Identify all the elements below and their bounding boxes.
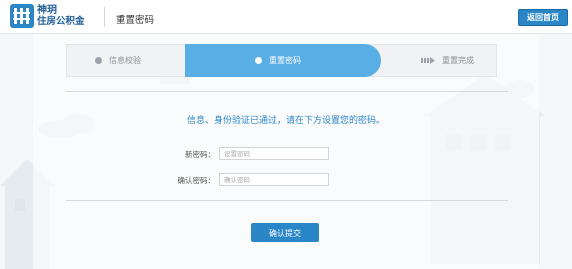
confirm-password-field[interactable] bbox=[219, 173, 329, 186]
step-verify-label: 信息校验 bbox=[109, 56, 141, 65]
logo[interactable] bbox=[10, 4, 34, 28]
new-password-label: 新密码： bbox=[185, 150, 215, 159]
header-divider bbox=[104, 7, 105, 27]
status-message: 信息、身份验证已通过，请在下方设置您的密码。 bbox=[186, 116, 385, 126]
back-home-button[interactable]: 返回首页 bbox=[518, 9, 568, 26]
step-complete-label: 重置完成 bbox=[442, 56, 474, 65]
step-verify: 信息校验 bbox=[95, 45, 141, 76]
brand-line1: 神玥 bbox=[37, 5, 57, 16]
divider-bottom bbox=[66, 200, 508, 201]
confirm-password-label: 确认密码： bbox=[177, 176, 216, 185]
submit-button[interactable]: 确认提交 bbox=[251, 223, 319, 242]
dot-icon bbox=[95, 57, 102, 64]
page-title: 重置密码 bbox=[116, 15, 155, 26]
dot-icon bbox=[255, 57, 262, 64]
header-bar: 神玥 住房公积金 重置密码 返回首页 bbox=[0, 0, 572, 34]
step-reset-password: 重置密码 bbox=[185, 44, 381, 77]
logo-emblem-icon bbox=[13, 8, 30, 24]
step-progress: 信息校验 重置密码 重置完成 bbox=[66, 44, 497, 77]
divider-top bbox=[66, 91, 508, 92]
brand-name: 神玥 住房公积金 bbox=[37, 5, 85, 27]
arrow-right-icon bbox=[421, 57, 435, 64]
new-password-field[interactable] bbox=[219, 147, 329, 160]
step-complete: 重置完成 bbox=[421, 45, 474, 76]
step-reset-label: 重置密码 bbox=[269, 56, 301, 65]
brand-line2: 住房公积金 bbox=[37, 16, 85, 27]
